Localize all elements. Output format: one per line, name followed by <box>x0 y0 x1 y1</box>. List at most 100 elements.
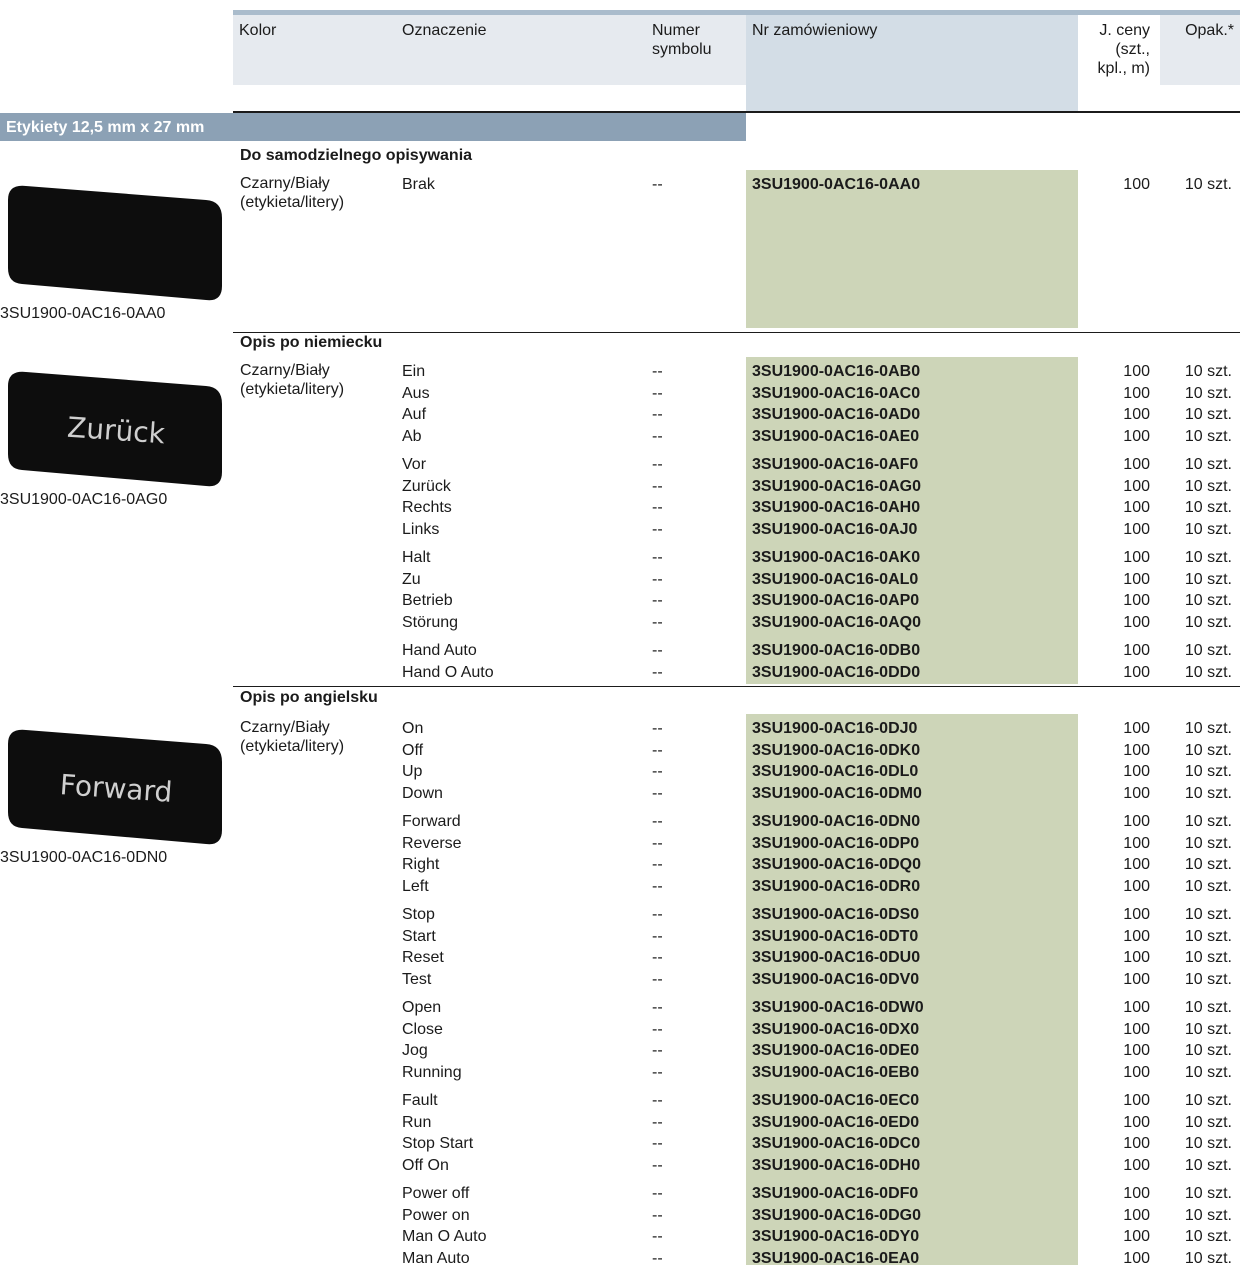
symbol-number-cell: -- <box>652 642 663 659</box>
package-cell: 10 szt. <box>1184 1092 1232 1109</box>
kolor-line: Czarny/Biały <box>240 719 330 736</box>
label-engraved-text: Zurück <box>66 411 167 451</box>
price-unit-cell: 100 <box>1123 1185 1150 1202</box>
product-label-image: Zurück <box>8 371 222 487</box>
order-number-cell: 3SU1900-0AC16-0DE0 <box>752 1042 920 1060</box>
section-title: Do samodzielnego opisywania <box>240 147 473 164</box>
package-cell: 10 szt. <box>1184 1228 1232 1246</box>
symbol-number-cell: -- <box>652 877 663 895</box>
package-cell: 10 szt. <box>1184 741 1232 759</box>
symbol-number-cell: -- <box>652 1156 663 1174</box>
section-title: Opis po angielsku <box>240 689 378 706</box>
price-unit-cell: 100 <box>1123 906 1150 923</box>
package-cell: 10 szt. <box>1184 477 1232 495</box>
package-cell: 10 szt. <box>1184 549 1232 566</box>
order-number-cell: 3SU1900-0AC16-0DS0 <box>752 906 920 923</box>
package-cell: 10 szt. <box>1184 1206 1232 1224</box>
symbol-number-cell: -- <box>652 741 663 759</box>
price-unit-cell: 100 <box>1123 970 1150 988</box>
order-number-cell: 3SU1900-0AC16-0DK0 <box>752 741 921 759</box>
price-unit-cell: 100 <box>1123 1156 1150 1174</box>
product-label-image: Forward <box>8 729 222 845</box>
package-cell: 10 szt. <box>1184 384 1232 402</box>
price-unit-cell: 100 <box>1123 520 1150 538</box>
price-unit-cell: 100 <box>1123 741 1150 759</box>
designation-cell: Halt <box>402 549 431 566</box>
order-number-cell: 3SU1900-0AC16-0DF0 <box>752 1185 919 1202</box>
package-cell: 10 szt. <box>1184 1063 1232 1081</box>
designation-cell: Betrieb <box>402 592 453 610</box>
designation-cell: Rechts <box>402 499 452 517</box>
symbol-number-cell: -- <box>652 1228 663 1246</box>
designation-cell: Zurück <box>402 477 451 495</box>
package-cell: 10 szt. <box>1184 1042 1232 1060</box>
image-caption: 3SU1900-0AC16-0AA0 <box>0 305 166 322</box>
kolor-cell: Czarny/Biały (etykieta/litery) <box>240 174 344 212</box>
image-caption: 3SU1900-0AC16-0DN0 <box>0 849 168 866</box>
price-unit-cell: 100 <box>1123 549 1150 566</box>
symbol-number-cell: -- <box>652 499 663 517</box>
designation-cell: Open <box>402 999 442 1016</box>
designation-cell: Jog <box>402 1042 428 1060</box>
package-cell: 10 szt. <box>1184 877 1232 895</box>
package-cell: 10 szt. <box>1184 363 1232 380</box>
symbol-number-cell: -- <box>652 592 663 610</box>
product-label-image <box>8 185 222 301</box>
designation-cell: Störung <box>402 613 459 631</box>
package-cell: 10 szt. <box>1184 949 1232 967</box>
order-number-cell: 3SU1900-0AC16-0AQ0 <box>752 613 921 631</box>
section-divider <box>233 686 1240 687</box>
order-number-cell: 3SU1900-0AC16-0EC0 <box>752 1092 920 1109</box>
designation-cell: Stop <box>402 906 435 923</box>
symbol-number-cell: -- <box>652 1042 663 1060</box>
order-number-cell: 3SU1900-0AC16-0AP0 <box>752 592 920 610</box>
symbol-number-cell: -- <box>652 663 663 681</box>
symbol-number-cell: -- <box>652 1135 663 1153</box>
package-cell: 10 szt. <box>1184 1113 1232 1131</box>
package-cell: 10 szt. <box>1184 520 1232 538</box>
symbol-number-cell: -- <box>652 906 663 923</box>
designation-cell: Forward <box>402 813 461 830</box>
designation-cell: Man Auto <box>402 1249 470 1267</box>
package-cell: 10 szt. <box>1184 499 1232 517</box>
designation-cell: Right <box>402 856 440 874</box>
designation-cell: Ein <box>402 363 426 380</box>
symbol-number-cell: -- <box>652 613 663 631</box>
order-number-cell: 3SU1900-0AC16-0DJ0 <box>752 720 918 737</box>
price-unit-cell: 100 <box>1123 856 1150 874</box>
designation-cell: Auf <box>402 406 427 424</box>
symbol-number-cell: -- <box>652 784 663 802</box>
package-cell: 10 szt. <box>1184 834 1232 852</box>
price-unit-cell: 100 <box>1123 613 1150 631</box>
price-unit-cell: 100 <box>1123 570 1150 588</box>
order-number-cell: 3SU1900-0AC16-0DV0 <box>752 970 920 988</box>
price-unit-cell: 100 <box>1123 834 1150 852</box>
designation-cell: Reverse <box>402 834 462 852</box>
designation-cell: Vor <box>402 456 427 473</box>
designation-cell: On <box>402 720 424 737</box>
symbol-number-cell: -- <box>652 999 663 1016</box>
section-divider <box>233 332 1240 333</box>
designation-cell: Running <box>402 1063 462 1081</box>
order-number-cell: 3SU1900-0AC16-0DL0 <box>752 763 919 781</box>
symbol-number-cell: -- <box>652 1063 663 1081</box>
order-number-cell: 3SU1900-0AC16-0AD0 <box>752 406 921 424</box>
price-unit-cell: 100 <box>1123 1135 1150 1153</box>
image-caption: 3SU1900-0AC16-0AG0 <box>0 491 168 508</box>
order-number-cell: 3SU1900-0AC16-0AH0 <box>752 499 921 517</box>
order-number-cell: 3SU1900-0AC16-0DG0 <box>752 1206 921 1224</box>
symbol-number-cell: -- <box>652 949 663 967</box>
symbol-number-cell: -- <box>652 363 663 380</box>
symbol-number-cell: -- <box>652 1249 663 1267</box>
price-unit-cell: 100 <box>1123 642 1150 659</box>
order-number-cell: 3SU1900-0AC16-0AF0 <box>752 456 919 473</box>
kolor-line: (etykieta/litery) <box>240 194 345 211</box>
symbol-number-cell: -- <box>652 834 663 852</box>
price-unit-cell: 100 <box>1123 813 1150 830</box>
order-number-cell: 3SU1900-0AC16-0DC0 <box>752 1135 921 1153</box>
kolor-line: Czarny/Biały <box>240 362 330 379</box>
order-number-cell: 3SU1900-0AC16-0DP0 <box>752 834 920 852</box>
order-number-cell: 3SU1900-0AC16-0AC0 <box>752 384 921 402</box>
designation-cell: Fault <box>402 1092 438 1109</box>
designation-cell: Start <box>402 927 436 945</box>
